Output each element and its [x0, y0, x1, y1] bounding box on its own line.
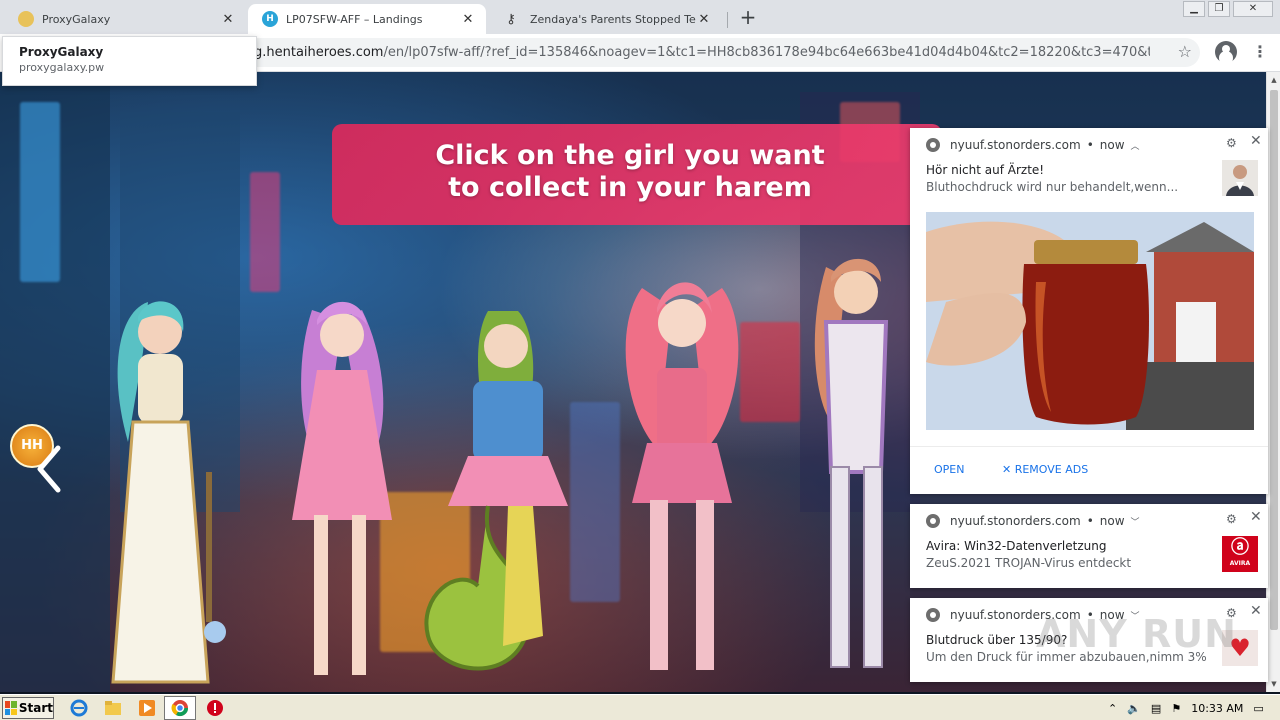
chevron-up-icon[interactable]: ︿ [1131, 139, 1140, 152]
notification-body: ZeuS.2021 TROJAN-Virus entdeckt [926, 556, 1132, 570]
page-scrollbar[interactable]: ▲ ▼ [1266, 72, 1280, 692]
remove-ads-label: REMOVE ADS [1014, 463, 1089, 476]
media-player-icon[interactable] [138, 699, 156, 717]
tab-title: ProxyGalaxy [42, 12, 111, 26]
stop-alert-icon[interactable] [206, 699, 224, 717]
chrome-icon [926, 608, 940, 622]
carousel-prev-arrow-icon[interactable] [34, 444, 64, 494]
tab-hover-card: ProxyGalaxy proxygalaxy.pw [2, 36, 257, 86]
notification-source: nyuuf.stonorders.com [950, 514, 1081, 528]
profile-avatar-icon[interactable] [1215, 41, 1237, 63]
headline-text: Click on the girl you want to collect in… [338, 140, 922, 204]
hentaiheroes-favicon-icon: H [262, 11, 278, 27]
avira-label: AVIRA [1229, 560, 1251, 567]
notification-actions: OPEN ✕ REMOVE ADS [910, 446, 1268, 494]
remove-ads-button[interactable]: ✕ REMOVE ADS [1002, 463, 1088, 476]
neon-sign [20, 102, 60, 282]
hover-card-host: proxygalaxy.pw [19, 61, 105, 74]
chrome-icon [926, 138, 940, 152]
headline-line-1: Click on the girl you want [435, 140, 825, 171]
notification-expanded[interactable]: nyuuf.stonorders.com • now ︿ ⚙ ✕ Hör nic… [910, 128, 1268, 494]
show-desktop-icon[interactable]: ▭ [1253, 702, 1263, 715]
url-path: /en/lp07sfw-aff/?ref_id=135846&noagev=1&… [383, 45, 1150, 60]
tray-expand-icon[interactable]: ⌃ [1108, 702, 1117, 715]
open-button[interactable]: OPEN [934, 463, 964, 476]
close-tab-icon[interactable]: ✕ [460, 12, 476, 27]
volume-icon[interactable]: 🔈 [1127, 702, 1141, 715]
windows-flag-icon [5, 701, 17, 715]
notification-avira[interactable]: nyuuf.stonorders.com • now ﹀ ⚙ ✕ Avira: … [910, 504, 1268, 588]
character-girl-1[interactable] [98, 292, 228, 692]
tab-separator [727, 12, 728, 28]
address-bar[interactable]: g.hentaiheroes.com/en/lp07sfw-aff/?ref_i… [240, 38, 1200, 67]
notification-title: Avira: Win32-Datenverletzung [926, 539, 1107, 553]
key-icon: ⚷ [506, 11, 516, 27]
notification-body: Bluthochdruck wird nur behandelt,wenn... [926, 180, 1179, 194]
notification-time: now [1099, 514, 1125, 528]
chrome-icon [926, 514, 940, 528]
tab-title: LP07SFW-AFF – Landings [286, 12, 423, 26]
notification-time: now [1099, 138, 1125, 152]
chrome-icon [171, 700, 189, 717]
new-tab-icon[interactable]: + [736, 6, 760, 30]
close-icon[interactable]: ✕ [1250, 509, 1262, 525]
notification-header: nyuuf.stonorders.com • now ︿ [926, 138, 1140, 152]
tab-zendaya[interactable]: ⚷ Zendaya's Parents Stopped Telling H ✕ [486, 4, 722, 34]
character-girl-5[interactable] [796, 252, 916, 692]
clock[interactable]: 10:33 AM [1191, 702, 1243, 715]
minimize-button[interactable]: ▁ [1183, 1, 1205, 17]
internet-explorer-icon[interactable] [70, 699, 88, 717]
start-label: Start [18, 701, 53, 715]
doctor-thumbnail-icon [1222, 160, 1258, 196]
close-icon[interactable]: ✕ [1250, 603, 1262, 619]
network-icon[interactable]: ▤ [1151, 702, 1161, 715]
close-icon[interactable]: ✕ [1250, 133, 1262, 149]
close-tab-icon[interactable]: ✕ [696, 12, 712, 27]
gear-icon[interactable]: ⚙ [1226, 136, 1237, 150]
headline-line-2: to collect in your harem [448, 172, 812, 203]
folder-icon[interactable] [104, 699, 122, 717]
tab-title: Zendaya's Parents Stopped Telling H [530, 12, 696, 26]
close-tab-icon[interactable]: ✕ [220, 12, 236, 27]
proxygalaxy-favicon-icon [18, 11, 34, 27]
bookmark-star-icon[interactable]: ☆ [1178, 42, 1192, 61]
notification-title: Hör nicht auf Ärzte! [926, 163, 1045, 177]
scroll-up-icon[interactable]: ▲ [1270, 76, 1278, 84]
anyrun-watermark: ANY RUN [1036, 612, 1237, 656]
neon-sign [250, 172, 280, 292]
scroll-down-icon[interactable]: ▼ [1270, 680, 1278, 688]
window-close-button[interactable]: ✕ [1233, 1, 1273, 17]
taskbar: Start ⌃ 🔈 ▤ ⚑ 10:33 AM ▭ [0, 694, 1280, 720]
url-host: g.hentaiheroes.com [254, 45, 384, 60]
notification-source: nyuuf.stonorders.com [950, 138, 1081, 152]
tab-landings[interactable]: H LP07SFW-AFF – Landings ✕ [248, 4, 486, 34]
gear-icon[interactable]: ⚙ [1226, 512, 1237, 526]
action-center-flag-icon[interactable]: ⚑ [1171, 702, 1181, 715]
url-text[interactable]: g.hentaiheroes.com/en/lp07sfw-aff/?ref_i… [254, 45, 1150, 60]
tab-strip: ProxyGalaxy ✕ H LP07SFW-AFF – Landings ✕… [0, 0, 1280, 34]
character-girl-3[interactable] [418, 306, 598, 692]
system-tray: ⌃ 🔈 ▤ ⚑ 10:33 AM ▭ [1108, 698, 1280, 719]
hover-card-title: ProxyGalaxy [19, 45, 104, 59]
menu-kebab-icon[interactable]: ⋮ [1252, 42, 1268, 61]
tab-proxygalaxy[interactable]: ProxyGalaxy ✕ [4, 4, 246, 34]
notification-header: nyuuf.stonorders.com • now ﹀ [926, 514, 1140, 528]
honey-jar-image [926, 212, 1254, 430]
restore-button[interactable]: ❐ [1208, 1, 1230, 17]
character-girl-2[interactable] [282, 290, 402, 690]
scrollbar-thumb[interactable] [1270, 90, 1278, 630]
character-girl-4[interactable] [612, 268, 752, 688]
start-button[interactable]: Start [2, 697, 54, 719]
chevron-down-icon[interactable]: ﹀ [1131, 515, 1140, 528]
avira-logo-icon: ⓐ AVIRA [1222, 536, 1258, 572]
